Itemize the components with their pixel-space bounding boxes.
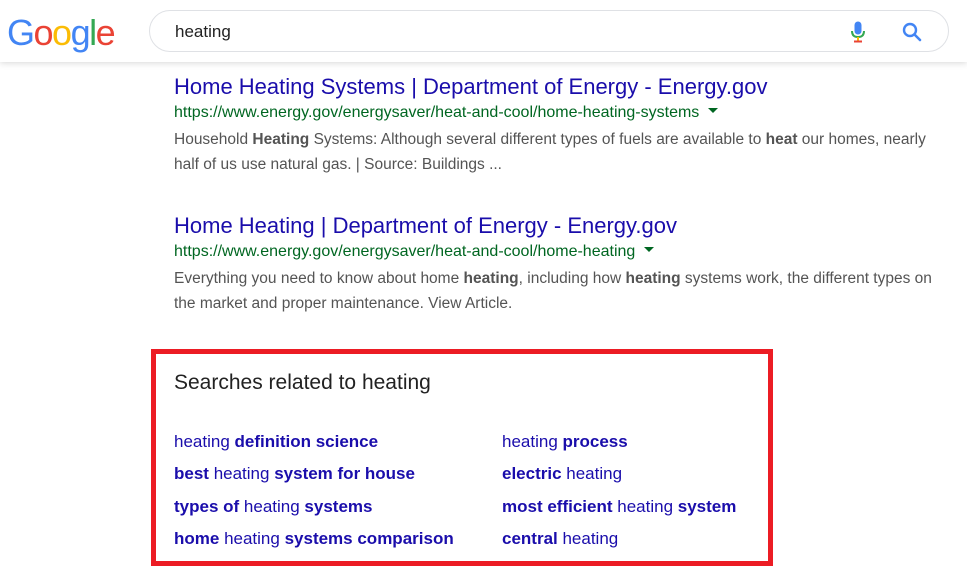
text: heating <box>208 464 275 483</box>
text: Everything you need to know about home <box>174 270 464 287</box>
text: heating <box>219 529 285 548</box>
search-result: Home Heating Systems | Department of Ene… <box>174 74 934 177</box>
result-url: https://www.energy.gov/energysaver/heat-… <box>174 242 934 262</box>
bold-text: system for house <box>274 464 415 483</box>
result-url-text[interactable]: https://www.energy.gov/energysaver/heat-… <box>174 104 699 121</box>
result-url-text[interactable]: https://www.energy.gov/energysaver/heat-… <box>174 243 635 260</box>
text: , including how <box>518 270 626 287</box>
microphone-icon[interactable] <box>850 21 866 43</box>
bold-text: best <box>174 464 209 483</box>
text: heating <box>502 432 563 451</box>
text: heating <box>557 529 619 548</box>
related-search-link[interactable]: heating definition science <box>174 431 378 453</box>
bold-text: heating <box>625 270 681 287</box>
logo-letter: g <box>70 12 91 53</box>
text: heating <box>174 432 235 451</box>
logo-letter: G <box>7 12 35 53</box>
bold-text: process <box>562 432 628 451</box>
caret-down-icon[interactable] <box>644 247 655 253</box>
bold-text: types of <box>174 497 240 516</box>
search-icon[interactable] <box>900 20 924 44</box>
bold-text: central <box>502 529 558 548</box>
related-search-link[interactable]: best heating system for house <box>174 463 415 485</box>
result-snippet: Household Heating Systems: Although seve… <box>174 127 934 177</box>
logo-letter: o <box>52 12 72 53</box>
text: heating <box>561 464 623 483</box>
search-box[interactable]: heating <box>149 10 949 52</box>
result-title-link[interactable]: Home Heating | Department of Energy - En… <box>174 213 934 239</box>
bold-text: systems <box>304 497 373 516</box>
related-search-link[interactable]: electric heating <box>502 463 622 485</box>
bold-text: Heating <box>252 131 310 148</box>
result-title-link[interactable]: Home Heating Systems | Department of Ene… <box>174 74 934 100</box>
bold-text: heat <box>765 131 798 148</box>
search-header: Google heating <box>0 0 967 62</box>
caret-down-icon[interactable] <box>708 108 719 114</box>
logo-letter: o <box>33 12 54 53</box>
bold-text: definition science <box>234 432 379 451</box>
related-search-link[interactable]: heating process <box>502 431 628 453</box>
related-search-link[interactable]: most efficient heating system <box>502 496 736 518</box>
bold-text: heating <box>463 270 519 287</box>
result-url: https://www.energy.gov/energysaver/heat-… <box>174 103 934 123</box>
related-search-link[interactable]: central heating <box>502 528 618 550</box>
bold-text: home <box>174 529 220 548</box>
text: Systems: Although several different type… <box>309 131 766 148</box>
search-result: Home Heating | Department of Energy - En… <box>174 213 934 316</box>
related-search-link[interactable]: home heating systems comparison <box>174 528 454 550</box>
bold-text: systems comparison <box>284 529 454 548</box>
bold-text: most efficient <box>502 497 613 516</box>
logo-letter: e <box>95 12 116 53</box>
bold-text: electric <box>502 464 562 483</box>
bold-text: system <box>677 497 737 516</box>
text: heating <box>612 497 678 516</box>
result-snippet: Everything you need to know about home h… <box>174 266 934 316</box>
search-input[interactable]: heating <box>175 22 231 42</box>
text: heating <box>239 497 305 516</box>
text: Household <box>174 131 253 148</box>
related-searches-highlight: Searches related to heating heating defi… <box>151 349 773 566</box>
related-searches-title: Searches related to heating <box>174 371 431 394</box>
google-logo[interactable]: Google <box>7 11 116 55</box>
related-search-link[interactable]: types of heating systems <box>174 496 372 518</box>
